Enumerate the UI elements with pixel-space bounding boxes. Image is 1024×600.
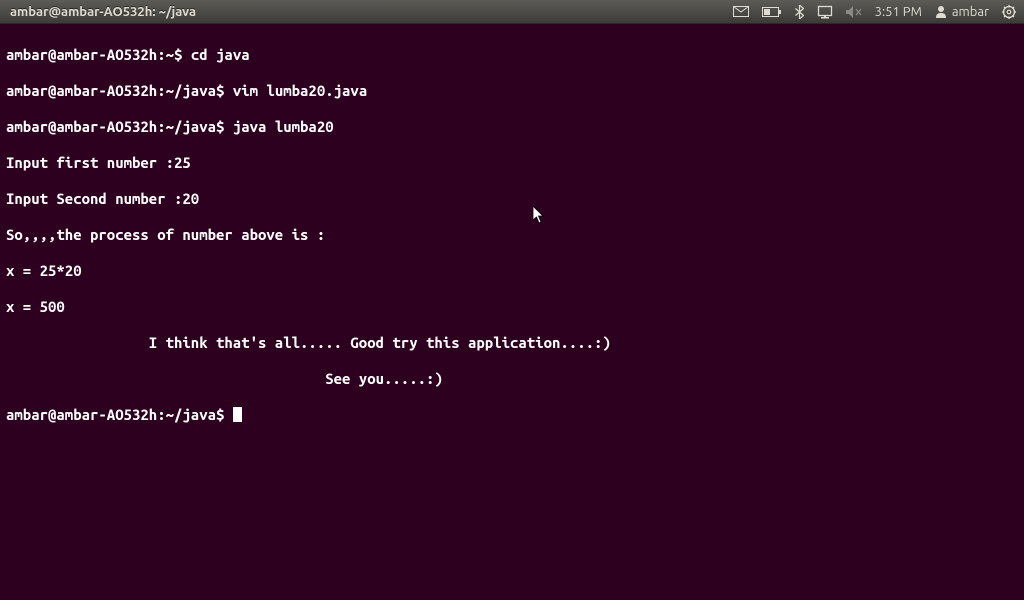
terminal-output: I think that's all..... Good try this ap… [6,334,1018,352]
prompt: ambar@ambar-AO532h:~/java$ [6,118,233,135]
terminal-output: x = 25*20 [6,262,1018,280]
user-menu[interactable]: ambar [935,5,989,19]
cursor [233,407,242,422]
terminal-output: Input first number :25 [6,154,1018,172]
prompt: ambar@ambar-AO532h:~/java$ [6,82,233,99]
clock[interactable]: 3:51 PM [875,5,922,19]
terminal-output: x = 500 [6,298,1018,316]
terminal-output: So,,,,the process of number above is : [6,226,1018,244]
battery-icon[interactable] [762,7,782,17]
terminal-output: Input Second number :20 [6,190,1018,208]
terminal-line: ambar@ambar-AO532h:~/java$ [6,406,1018,424]
system-tray: 3:51 PM ambar [733,5,1016,19]
user-icon [935,5,947,18]
window-title: ambar@ambar-AO532h: ~/java [10,5,733,19]
terminal[interactable]: ambar@ambar-AO532h:~$ cd java ambar@amba… [0,24,1024,446]
prompt: ambar@ambar-AO532h:~/java$ [6,406,233,423]
command: vim lumba20.java [233,82,367,99]
command: java lumba20 [233,118,334,135]
terminal-output: See you.....:) [6,370,1018,388]
user-name: ambar [952,5,989,19]
terminal-line: ambar@ambar-AO532h:~/java$ vim lumba20.j… [6,82,1018,100]
prompt: ambar@ambar-AO532h:~$ [6,46,191,63]
titlebar: ambar@ambar-AO532h: ~/java 3:51 PM ambar [0,0,1024,24]
command: cd java [191,46,250,63]
volume-mute-icon[interactable] [846,6,862,18]
terminal-line: ambar@ambar-AO532h:~$ cd java [6,46,1018,64]
bluetooth-icon[interactable] [795,5,804,19]
gear-icon[interactable] [1002,5,1016,19]
network-icon[interactable] [817,5,833,19]
mail-icon[interactable] [733,6,749,17]
terminal-line: ambar@ambar-AO532h:~/java$ java lumba20 [6,118,1018,136]
